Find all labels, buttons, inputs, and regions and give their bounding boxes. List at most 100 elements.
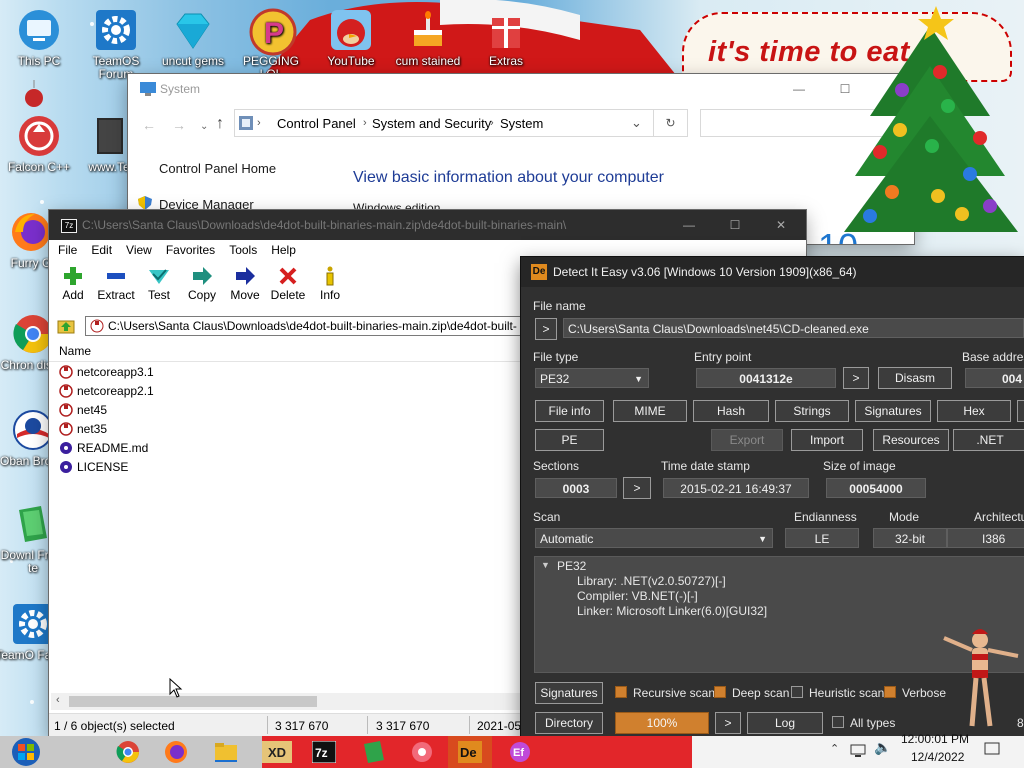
xd-icon[interactable]: XD <box>255 736 299 768</box>
breadcrumb-system[interactable]: System <box>500 116 543 131</box>
scrollbar-thumb[interactable] <box>69 696 317 707</box>
minimize-button[interactable]: — <box>666 210 712 240</box>
desktop-icon-pegging-lol[interactable]: P PEGGING LOL <box>232 8 310 81</box>
delete-button[interactable]: Delete <box>266 264 310 302</box>
file-path-input[interactable]: C:\Users\Santa Claus\Downloads\net45\CD-… <box>563 318 1024 338</box>
folder-icon[interactable] <box>204 736 248 768</box>
icon-label: cum stained <box>395 54 461 68</box>
control-panel-home-link[interactable]: Control Panel Home <box>159 161 276 176</box>
list-item[interactable]: net45 <box>59 401 107 419</box>
up-arrow-icon[interactable]: ↑ <box>216 115 224 133</box>
file-type-select[interactable]: PE32 ▼ <box>535 368 649 388</box>
notification-icon[interactable] <box>984 742 1000 756</box>
status-packed: 3 317 670 <box>376 719 430 733</box>
entry-point-goto-button[interactable]: > <box>843 367 869 389</box>
progress-text: 100% <box>646 716 678 730</box>
breadcrumb-system-and-security[interactable]: System and Security <box>372 116 491 131</box>
extra-button[interactable] <box>1017 400 1024 422</box>
hash-button[interactable]: Hash <box>693 400 769 422</box>
scan-select[interactable]: Automatic ▼ <box>535 528 773 548</box>
collapse-arrow-icon[interactable]: ▼ <box>541 560 550 570</box>
windows-start-icon[interactable] <box>4 736 48 768</box>
extract-button[interactable]: Extract <box>94 264 138 302</box>
close-button[interactable]: ✕ <box>758 210 804 240</box>
desktop-icon-falcon-cpp[interactable]: Falcon C++ <box>0 114 78 174</box>
firefox-icon[interactable] <box>154 736 198 768</box>
hex-button[interactable]: Hex <box>937 400 1011 422</box>
clock-date[interactable]: 12/4/2022 <box>911 750 964 764</box>
breadcrumb-control-panel[interactable]: Control Panel <box>277 116 356 131</box>
result-item[interactable]: Library: .NET(v2.0.50727)[-] <box>577 574 726 588</box>
signatures-scan-button[interactable]: Signatures <box>535 682 603 704</box>
back-arrow-icon[interactable]: ← <box>142 117 156 133</box>
info-button[interactable]: Info <box>308 264 352 302</box>
deep-scan-checkbox[interactable] <box>714 686 726 698</box>
import-button[interactable]: Import <box>791 429 863 451</box>
list-item[interactable]: netcoreapp3.1 <box>59 363 154 381</box>
all-types-checkbox[interactable] <box>832 716 844 728</box>
sections-goto-button[interactable]: > <box>623 477 651 499</box>
clock-time[interactable]: 12:00:01 PM <box>901 732 969 746</box>
minimize-button[interactable]: — <box>776 74 822 105</box>
pe-button[interactable]: PE <box>535 429 604 451</box>
open-file-button[interactable]: > <box>535 318 557 340</box>
chrome-icon[interactable] <box>106 736 150 768</box>
result-root[interactable]: PE32 <box>557 559 586 573</box>
result-item[interactable]: Compiler: VB.NET(-)[-] <box>577 589 698 603</box>
maximize-button[interactable]: ☐ <box>712 210 758 240</box>
die-icon[interactable]: De <box>448 736 492 768</box>
menu-favorites[interactable]: Favorites <box>159 240 222 260</box>
directory-button[interactable]: Directory <box>535 712 603 734</box>
scroll-left-icon[interactable]: ‹ <box>56 694 60 706</box>
breadcrumb[interactable]: › Control Panel › System and Security › … <box>234 109 654 137</box>
file-info-button[interactable]: File info <box>535 400 604 422</box>
column-header-name[interactable]: Name <box>59 344 91 358</box>
list-item[interactable]: LICENSE <box>59 458 128 476</box>
recursive-scan-checkbox[interactable] <box>615 686 627 698</box>
volume-icon[interactable]: 🔈 <box>874 739 891 756</box>
desktop-icon-cum-stained[interactable]: cum stained <box>389 8 467 68</box>
strings-button[interactable]: Strings <box>775 400 849 422</box>
verbose-checkbox[interactable] <box>884 686 896 698</box>
red-app-icon[interactable] <box>400 736 444 768</box>
heuristic-scan-checkbox[interactable] <box>791 686 803 698</box>
recent-chevron-icon[interactable]: ⌄ <box>200 121 208 132</box>
network-icon[interactable] <box>850 744 866 758</box>
green-app-icon[interactable] <box>352 736 396 768</box>
menu-file[interactable]: File <box>51 240 84 260</box>
mime-button[interactable]: MIME <box>613 400 687 422</box>
log-button[interactable]: Log <box>747 712 823 734</box>
menu-view[interactable]: View <box>119 240 159 260</box>
refresh-icon[interactable]: ↻ <box>654 109 688 137</box>
result-item[interactable]: Linker: Microsoft Linker(6.0)[GUI32] <box>577 604 767 618</box>
menu-edit[interactable]: Edit <box>84 240 119 260</box>
disasm-button[interactable]: Disasm <box>878 367 952 389</box>
move-button[interactable]: Move <box>223 264 267 302</box>
resources-button[interactable]: Resources <box>873 429 949 451</box>
chevron-down-icon[interactable]: ⌄ <box>631 115 642 131</box>
desktop-icon-teamos-forum[interactable]: TeamOS Forum <box>77 8 155 81</box>
desktop-icon-this-pc[interactable]: This PC <box>0 8 78 68</box>
menu-tools[interactable]: Tools <box>222 240 264 260</box>
add-button[interactable]: Add <box>51 264 95 302</box>
dotnet-button[interactable]: .NET <box>953 429 1024 451</box>
desktop-icon-extras[interactable]: Extras <box>467 8 545 68</box>
menu-help[interactable]: Help <box>264 240 303 260</box>
move-arrow-icon <box>223 264 267 288</box>
list-item[interactable]: net35 <box>59 420 107 438</box>
folder-up-icon[interactable] <box>57 318 75 334</box>
export-button[interactable]: Export <box>711 429 783 451</box>
ef-icon[interactable]: Ef <box>498 736 542 768</box>
signatures-button[interactable]: Signatures <box>855 400 931 422</box>
desktop-icon-uncut-gems[interactable]: uncut gems <box>154 8 232 68</box>
list-item[interactable]: README.md <box>59 439 148 457</box>
test-button[interactable]: Test <box>137 264 181 302</box>
scan-next-button[interactable]: > <box>715 712 741 734</box>
list-item[interactable]: netcoreapp2.1 <box>59 382 154 400</box>
7zip-icon[interactable]: 7z <box>302 736 346 768</box>
copy-button[interactable]: Copy <box>180 264 224 302</box>
tray-chevron-up-icon[interactable]: ⌃ <box>830 742 839 755</box>
desktop-icon-youtube[interactable]: YouTube <box>312 8 390 68</box>
icon-label: Falcon C++ <box>7 160 71 174</box>
forward-arrow-icon[interactable]: → <box>172 117 186 133</box>
